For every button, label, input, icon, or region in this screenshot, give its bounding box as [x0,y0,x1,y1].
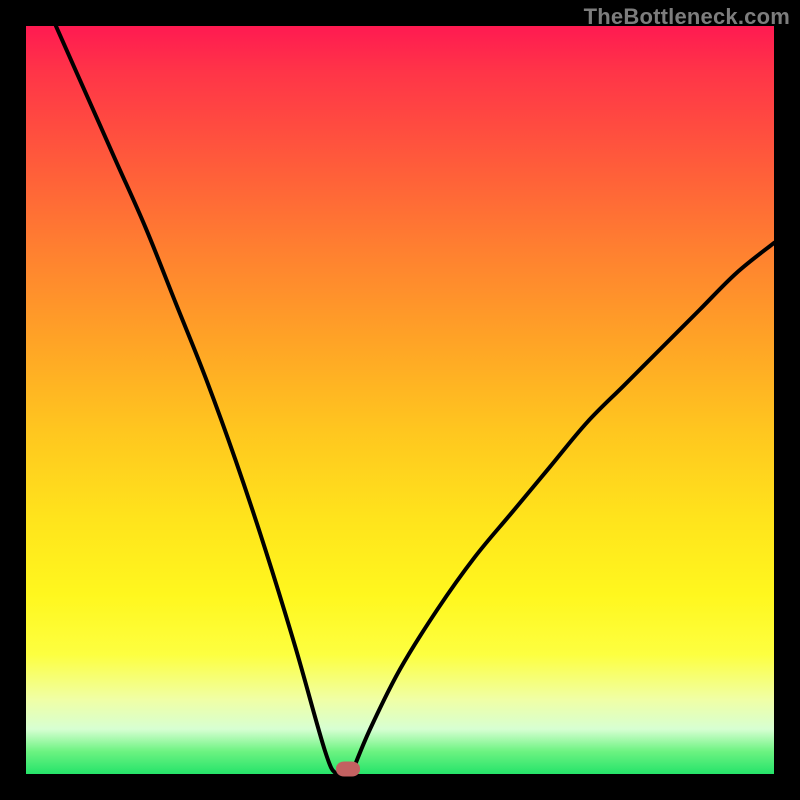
curve-path [56,26,774,774]
optimum-marker [336,761,360,776]
bottleneck-curve [26,26,774,774]
chart-plot-area [26,26,774,774]
chart-frame: TheBottleneck.com [0,0,800,800]
watermark-text: TheBottleneck.com [584,4,790,30]
